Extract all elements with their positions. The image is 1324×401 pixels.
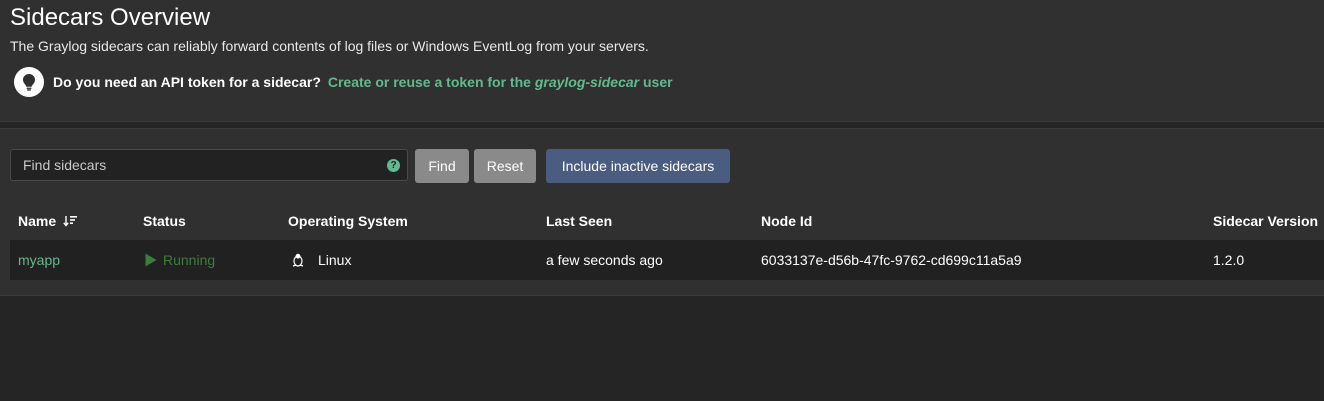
create-token-link[interactable]: Create or reuse a token for the graylog-… bbox=[328, 74, 673, 90]
sidecar-status: Running bbox=[145, 251, 215, 269]
column-header-name[interactable]: Name bbox=[18, 213, 78, 229]
column-header-os: Operating System bbox=[288, 213, 408, 229]
sidecar-last-seen: a few seconds ago bbox=[546, 252, 663, 268]
page-header-panel: Sidecars Overview The Graylog sidecars c… bbox=[0, 0, 1324, 122]
sidecars-list-panel: ? Find Reset Include inactive sidecars N… bbox=[0, 128, 1324, 296]
search-input[interactable] bbox=[11, 150, 381, 180]
hint-link-suffix: user bbox=[639, 74, 673, 90]
api-token-hint: Do you need an API token for a sidecar? … bbox=[14, 67, 673, 97]
play-icon bbox=[145, 253, 157, 267]
sidecar-os: Linux bbox=[292, 251, 351, 269]
page-description: The Graylog sidecars can reliably forwar… bbox=[10, 38, 649, 54]
table-row: myapp Running Linux a few seconds ago 60… bbox=[10, 240, 1324, 280]
find-button[interactable]: Find bbox=[415, 149, 469, 183]
sort-descending-icon[interactable] bbox=[63, 215, 78, 227]
os-label: Linux bbox=[318, 252, 352, 268]
sidecar-node-id: 6033137e-d56b-47fc-9762-cd699c11a5a9 bbox=[761, 252, 1022, 268]
search-box: ? bbox=[10, 149, 408, 181]
sidecar-version: 1.2.0 bbox=[1213, 252, 1245, 268]
column-header-status: Status bbox=[143, 213, 186, 229]
column-header-node-id: Node Id bbox=[761, 213, 813, 229]
question-circle-icon[interactable]: ? bbox=[387, 159, 400, 172]
reset-button[interactable]: Reset bbox=[474, 149, 536, 183]
column-header-sidecar-version: Sidecar Version bbox=[1213, 213, 1319, 229]
hint-link-prefix: Create or reuse a token for the bbox=[327, 74, 535, 90]
sidecar-name-link[interactable]: myapp bbox=[18, 251, 60, 269]
status-label: Running bbox=[163, 252, 216, 268]
hint-question: Do you need an API token for a sidecar? bbox=[53, 74, 321, 90]
column-label-name: Name bbox=[18, 213, 57, 229]
column-header-last-seen: Last Seen bbox=[546, 213, 613, 229]
hint-link-user: graylog-sidecar bbox=[534, 74, 640, 90]
table-header: Name Status Operating System Last Seen N… bbox=[10, 213, 1324, 231]
include-inactive-button[interactable]: Include inactive sidecars bbox=[546, 149, 730, 183]
lightbulb-icon bbox=[14, 67, 44, 97]
page-title: Sidecars Overview bbox=[10, 4, 211, 31]
linux-icon bbox=[292, 253, 304, 267]
